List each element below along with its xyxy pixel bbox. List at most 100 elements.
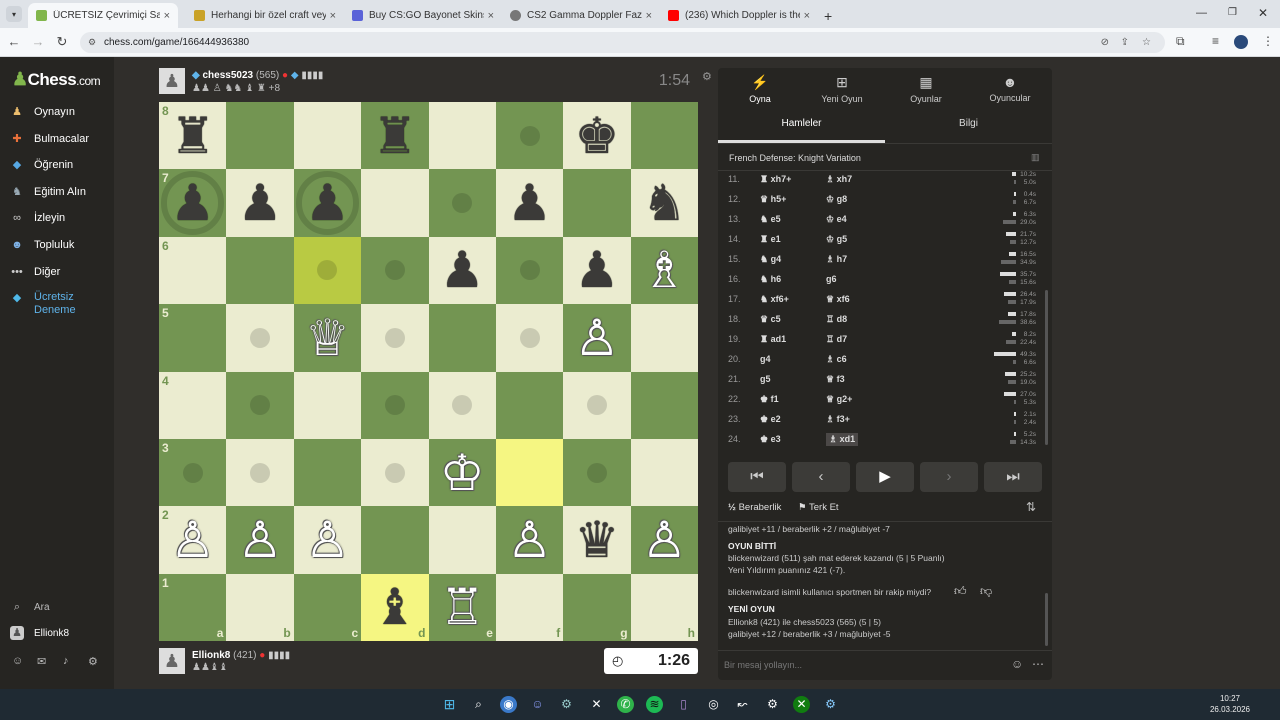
black-move[interactable]: ♔ g8 (826, 189, 847, 209)
notifications-icon[interactable]: ♪ (63, 655, 69, 667)
maximize-icon[interactable]: ❐ (1228, 7, 1237, 18)
chess-piece[interactable]: ♙ (575, 313, 620, 363)
chess-piece[interactable]: ♚ (575, 111, 620, 161)
chess-piece[interactable]: ♕ (305, 313, 350, 363)
chess-board[interactable]: 8 ♜ ♜ ♚ 7 ♟ ♟ ♟ ♟ ♞ 6 ♟ ♟ ♗ 5 ♕ ♙ 4 3 ♔ 2 ♙ ♙ ♙ ♙ ♛ ♙ 1 a b c d ♝ e ♖ f g h (159, 102, 698, 641)
white-move[interactable]: ♛ h5+ (760, 189, 786, 209)
move-hint-dot[interactable] (250, 395, 271, 416)
sidebar-item-coach[interactable]: ♞ Eğitim Alın (10, 185, 86, 199)
board-square-d8[interactable]: ♜ (361, 102, 429, 170)
board-square-b7[interactable]: ♟ (226, 169, 294, 237)
board-square-f5[interactable] (495, 304, 564, 372)
xbox-icon[interactable]: ✕ (793, 696, 810, 713)
black-move[interactable]: ♗ c6 (826, 349, 847, 369)
capture-hint-ring[interactable] (295, 171, 360, 235)
board-square-g2[interactable]: ♛ (563, 506, 631, 574)
black-move[interactable]: ♔ g5 (826, 229, 847, 249)
browser-tab-5[interactable]: (236) Which Doppler is the best× (660, 3, 818, 28)
white-move[interactable]: ♞ xf6+ (760, 289, 789, 309)
board-square-b8[interactable] (226, 102, 294, 170)
close-tab-icon[interactable]: × (488, 10, 494, 22)
subtab-info[interactable]: Bilgi (885, 118, 1052, 129)
sidebar-item-community[interactable]: ☻ Topluluk (10, 238, 74, 252)
browser-tab-1[interactable]: ÜCRETSİZ Çevrimiçi Satranç Oy× (28, 3, 178, 28)
chess-piece[interactable]: ♟ (575, 245, 620, 295)
move-hint-dot[interactable] (586, 395, 607, 416)
start-menu-icon[interactable]: ⊞ (441, 696, 458, 713)
board-square-d4[interactable] (361, 371, 429, 439)
chess-piece[interactable]: ♞ (642, 178, 687, 228)
chess-piece[interactable]: ♔ (440, 448, 485, 498)
sidebar-item-more[interactable]: ••• Diğer (10, 265, 60, 279)
app-icon[interactable]: ✕ (588, 696, 605, 713)
settings-icon[interactable]: ⚙ (88, 655, 98, 668)
chess-piece[interactable]: ♖ (440, 582, 485, 632)
sidebar-search[interactable]: ⌕ Ara (10, 600, 50, 614)
new-tab-button[interactable]: + (820, 3, 840, 28)
move-hint-dot[interactable] (452, 395, 473, 416)
board-square-a8[interactable]: 8 ♜ (159, 102, 227, 170)
flip-board-icon[interactable]: ⇅ (1026, 500, 1036, 514)
browser-tab-4[interactable]: CS2 Gamma Doppler Fazları× (502, 3, 660, 28)
whatsapp-icon[interactable]: ✆ (617, 696, 634, 713)
board-square-b6[interactable] (226, 236, 294, 305)
black-move[interactable]: ♖ d7 (826, 329, 847, 349)
tab-search-button[interactable]: ▾ (6, 6, 22, 22)
app-icon[interactable]: ↜ (734, 696, 751, 713)
board-square-g6[interactable]: ♟ (563, 236, 631, 305)
board-square-d7[interactable] (361, 169, 429, 237)
bookmark-star-icon[interactable]: ☆ (1142, 32, 1151, 53)
black-move[interactable]: ♗ xd1 (826, 433, 859, 446)
board-square-g4[interactable] (563, 371, 631, 439)
tab-players[interactable]: ☻ Oyuncular (975, 74, 1045, 103)
board-square-f2[interactable]: ♙ (495, 506, 564, 574)
message-input[interactable]: Bir mesaj yollayın... (724, 660, 802, 670)
white-move[interactable]: ♞ h6 (760, 269, 781, 289)
white-move[interactable]: ♜ ad1 (760, 329, 786, 349)
board-square-d3[interactable] (361, 438, 429, 507)
eye-off-icon[interactable]: ⊘ (1101, 32, 1109, 53)
white-move[interactable]: ♞ e5 (760, 209, 781, 229)
tab-games[interactable]: ▦ Oyunlar (891, 74, 961, 104)
black-move[interactable]: ♖ d8 (826, 309, 847, 329)
board-square-c1[interactable]: c (293, 573, 362, 641)
board-square-h3[interactable] (630, 438, 698, 507)
board-square-e6[interactable]: ♟ (428, 236, 496, 305)
board-square-a5[interactable]: 5 (159, 304, 227, 372)
move-hint-dot[interactable] (452, 193, 473, 214)
bottom-player-avatar[interactable]: ♟ (159, 648, 185, 674)
browser-tab-2[interactable]: Herhangi bir özel craft veya kor× (186, 3, 344, 28)
friends-icon[interactable]: ☺ (12, 655, 23, 667)
chess-piece[interactable]: ♙ (305, 515, 350, 565)
board-square-a4[interactable]: 4 (159, 371, 227, 439)
sidebar-user[interactable]: ♟ Ellionk8 (10, 626, 69, 640)
board-square-f4[interactable] (495, 371, 564, 439)
board-square-d6[interactable] (361, 236, 429, 305)
white-move[interactable]: g4 (760, 349, 771, 369)
close-tab-icon[interactable]: × (330, 10, 336, 22)
board-square-h1[interactable]: h (630, 573, 698, 641)
board-square-e7[interactable] (428, 169, 496, 237)
white-move[interactable]: g5 (760, 369, 771, 389)
forward-icon[interactable]: → (30, 34, 46, 49)
chrome-icon[interactable]: ◉ (500, 696, 517, 713)
board-square-a1[interactable]: 1a (159, 573, 227, 641)
chess-piece[interactable]: ♟ (440, 245, 485, 295)
board-square-c6[interactable] (293, 236, 362, 305)
move-hint-dot[interactable] (384, 462, 405, 483)
media-icon[interactable]: ≡ (1212, 34, 1219, 48)
sidebar-item-watch[interactable]: ∞ İzleyin (10, 211, 65, 225)
board-square-f7[interactable]: ♟ (495, 169, 564, 237)
black-move[interactable]: ♗ f3+ (826, 409, 850, 429)
white-move[interactable]: ♚ e2 (760, 409, 781, 429)
chess-piece[interactable]: ♙ (642, 515, 687, 565)
discord-icon[interactable]: ☺ (529, 696, 546, 713)
chess-piece[interactable]: ♙ (507, 515, 552, 565)
board-square-e2[interactable] (428, 506, 496, 574)
install-icon[interactable]: ⇪ (1121, 32, 1129, 53)
board-square-c4[interactable] (293, 371, 362, 439)
move-hint-dot[interactable] (519, 327, 540, 348)
app-icon[interactable]: ⚙ (764, 696, 781, 713)
spotify-icon[interactable]: ≋ (646, 696, 663, 713)
board-square-e5[interactable] (428, 304, 496, 372)
